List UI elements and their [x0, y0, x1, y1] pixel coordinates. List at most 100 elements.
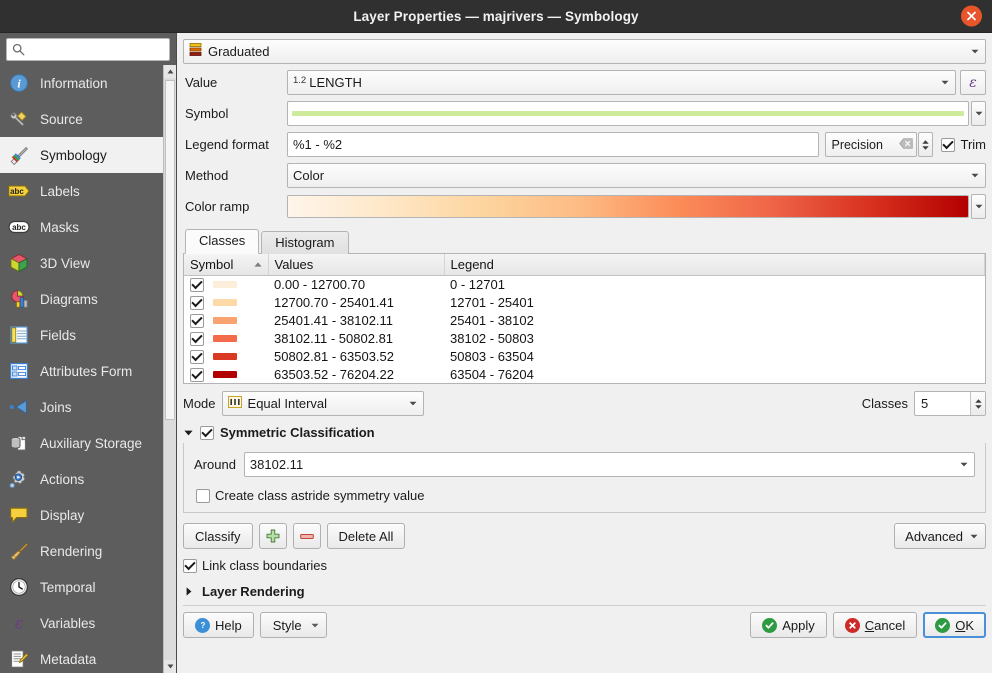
- value-expression-button[interactable]: ε: [960, 70, 986, 95]
- color-ramp-preview[interactable]: [287, 195, 969, 218]
- legend-format-input[interactable]: %1 - %2: [287, 132, 819, 157]
- trim-checkbox-box[interactable]: [941, 138, 955, 152]
- sidebar-item-joins[interactable]: Joins: [0, 389, 176, 425]
- sidebar-item-metadata[interactable]: Metadata: [0, 641, 176, 673]
- class-visibility-checkbox[interactable]: [190, 368, 204, 382]
- value-combo-caret[interactable]: [937, 80, 953, 85]
- remove-class-button[interactable]: [293, 523, 321, 549]
- collapse-triangle-icon[interactable]: [183, 430, 194, 436]
- astride-checkbox[interactable]: [196, 489, 210, 503]
- sidebar-item-source[interactable]: Source: [0, 101, 176, 137]
- class-values-cell[interactable]: 38102.11 - 50802.81: [268, 330, 444, 348]
- class-visibility-checkbox[interactable]: [190, 296, 204, 310]
- column-header-legend[interactable]: Legend: [444, 254, 985, 276]
- column-header-values[interactable]: Values: [268, 254, 444, 276]
- sidebar-item-display[interactable]: Display: [0, 497, 176, 533]
- sidebar-item-diagrams[interactable]: Diagrams: [0, 281, 176, 317]
- precision-combo[interactable]: Precision: [825, 132, 917, 157]
- renderer-combo-caret[interactable]: [967, 49, 983, 54]
- ok-button[interactable]: OK: [923, 612, 986, 638]
- search-input[interactable]: [25, 42, 187, 58]
- class-color-swatch[interactable]: [213, 317, 237, 324]
- sidebar-item-fields[interactable]: Fields: [0, 317, 176, 353]
- table-row[interactable]: 0.00 - 12700.700 - 12701: [184, 276, 985, 294]
- column-header-symbol[interactable]: Symbol: [184, 254, 268, 276]
- trim-checkbox[interactable]: Trim: [941, 137, 986, 152]
- sidebar-item-masks[interactable]: abcMasks: [0, 209, 176, 245]
- class-legend-cell[interactable]: 25401 - 38102: [444, 312, 985, 330]
- close-window-button[interactable]: [961, 6, 982, 27]
- table-row[interactable]: 38102.11 - 50802.8138102 - 50803: [184, 330, 985, 348]
- style-button[interactable]: Style: [260, 612, 327, 638]
- mode-combo[interactable]: Equal Interval: [222, 391, 424, 416]
- class-symbol-cell[interactable]: [184, 294, 268, 312]
- add-class-button[interactable]: [259, 523, 287, 549]
- mode-combo-caret[interactable]: [405, 401, 421, 406]
- expand-triangle-icon[interactable]: [183, 587, 194, 596]
- layer-rendering-header[interactable]: Layer Rendering: [183, 584, 986, 599]
- symbol-dropdown-button[interactable]: [971, 101, 986, 126]
- precision-spinner[interactable]: [918, 132, 933, 157]
- sidebar-item-variables[interactable]: εVariables: [0, 605, 176, 641]
- sidebar-scrollbar-thumb[interactable]: [165, 80, 175, 420]
- class-legend-cell[interactable]: 12701 - 25401: [444, 294, 985, 312]
- method-combo[interactable]: Color: [287, 163, 986, 188]
- color-ramp-dropdown-button[interactable]: [971, 194, 986, 219]
- class-color-swatch[interactable]: [213, 335, 237, 342]
- around-combo-caret[interactable]: [956, 462, 972, 467]
- table-row[interactable]: 25401.41 - 38102.1125401 - 38102: [184, 312, 985, 330]
- table-row[interactable]: 63503.52 - 76204.2263504 - 76204: [184, 366, 985, 384]
- sidebar-scrollbar[interactable]: [163, 65, 176, 673]
- value-field-combo[interactable]: 1.2LENGTH: [287, 70, 956, 95]
- sidebar-item-3d-view[interactable]: 3D View: [0, 245, 176, 281]
- symmetric-classification-header[interactable]: Symmetric Classification: [183, 425, 986, 440]
- precision-clear-icon[interactable]: [899, 138, 913, 152]
- advanced-button[interactable]: Advanced: [894, 523, 986, 549]
- class-values-cell[interactable]: 25401.41 - 38102.11: [268, 312, 444, 330]
- method-combo-caret[interactable]: [967, 173, 983, 178]
- sidebar-item-information[interactable]: iInformation: [0, 65, 176, 101]
- classes-count-spinner[interactable]: [970, 392, 985, 415]
- renderer-type-combo[interactable]: Graduated: [183, 39, 986, 64]
- class-symbol-cell[interactable]: [184, 366, 268, 384]
- classify-button[interactable]: Classify: [183, 523, 253, 549]
- class-symbol-cell[interactable]: [184, 276, 268, 294]
- class-symbol-cell[interactable]: [184, 330, 268, 348]
- search-box[interactable]: [6, 38, 170, 61]
- link-class-boundaries-row[interactable]: Link class boundaries: [183, 558, 986, 573]
- sidebar-item-labels[interactable]: abcLabels: [0, 173, 176, 209]
- cancel-button[interactable]: Cancel: [833, 612, 917, 638]
- class-values-cell[interactable]: 50802.81 - 63503.52: [268, 348, 444, 366]
- class-legend-cell[interactable]: 63504 - 76204: [444, 366, 985, 384]
- class-symbol-cell[interactable]: [184, 312, 268, 330]
- help-button[interactable]: ? Help: [183, 612, 254, 638]
- around-combo[interactable]: 38102.11: [244, 452, 975, 477]
- class-color-swatch[interactable]: [213, 281, 237, 288]
- classes-count-spinbox[interactable]: 5: [914, 391, 986, 416]
- class-values-cell[interactable]: 63503.52 - 76204.22: [268, 366, 444, 384]
- sidebar-scroll-up-button[interactable]: [164, 65, 176, 78]
- table-row[interactable]: 50802.81 - 63503.5250803 - 63504: [184, 348, 985, 366]
- astride-checkbox-row[interactable]: Create class astride symmetry value: [196, 488, 975, 503]
- link-class-boundaries-checkbox[interactable]: [183, 559, 197, 573]
- class-visibility-checkbox[interactable]: [190, 332, 204, 346]
- sidebar-item-actions[interactable]: Actions: [0, 461, 176, 497]
- class-legend-cell[interactable]: 0 - 12701: [444, 276, 985, 294]
- symbol-preview-button[interactable]: [287, 101, 969, 126]
- apply-button[interactable]: Apply: [750, 612, 827, 638]
- class-visibility-checkbox[interactable]: [190, 278, 204, 292]
- class-values-cell[interactable]: 12700.70 - 25401.41: [268, 294, 444, 312]
- sidebar-item-rendering[interactable]: Rendering: [0, 533, 176, 569]
- delete-all-button[interactable]: Delete All: [327, 523, 406, 549]
- symmetric-classification-checkbox[interactable]: [200, 426, 214, 440]
- tab-histogram[interactable]: Histogram: [261, 231, 348, 254]
- sidebar-item-auxiliary-storage[interactable]: Auxiliary Storage: [0, 425, 176, 461]
- class-visibility-checkbox[interactable]: [190, 314, 204, 328]
- sidebar-item-symbology[interactable]: Symbology: [0, 137, 176, 173]
- sidebar-item-attributes-form[interactable]: Attributes Form: [0, 353, 176, 389]
- class-legend-cell[interactable]: 38102 - 50803: [444, 330, 985, 348]
- class-color-swatch[interactable]: [213, 353, 237, 360]
- sidebar-item-temporal[interactable]: Temporal: [0, 569, 176, 605]
- class-legend-cell[interactable]: 50803 - 63504: [444, 348, 985, 366]
- class-values-cell[interactable]: 0.00 - 12700.70: [268, 276, 444, 294]
